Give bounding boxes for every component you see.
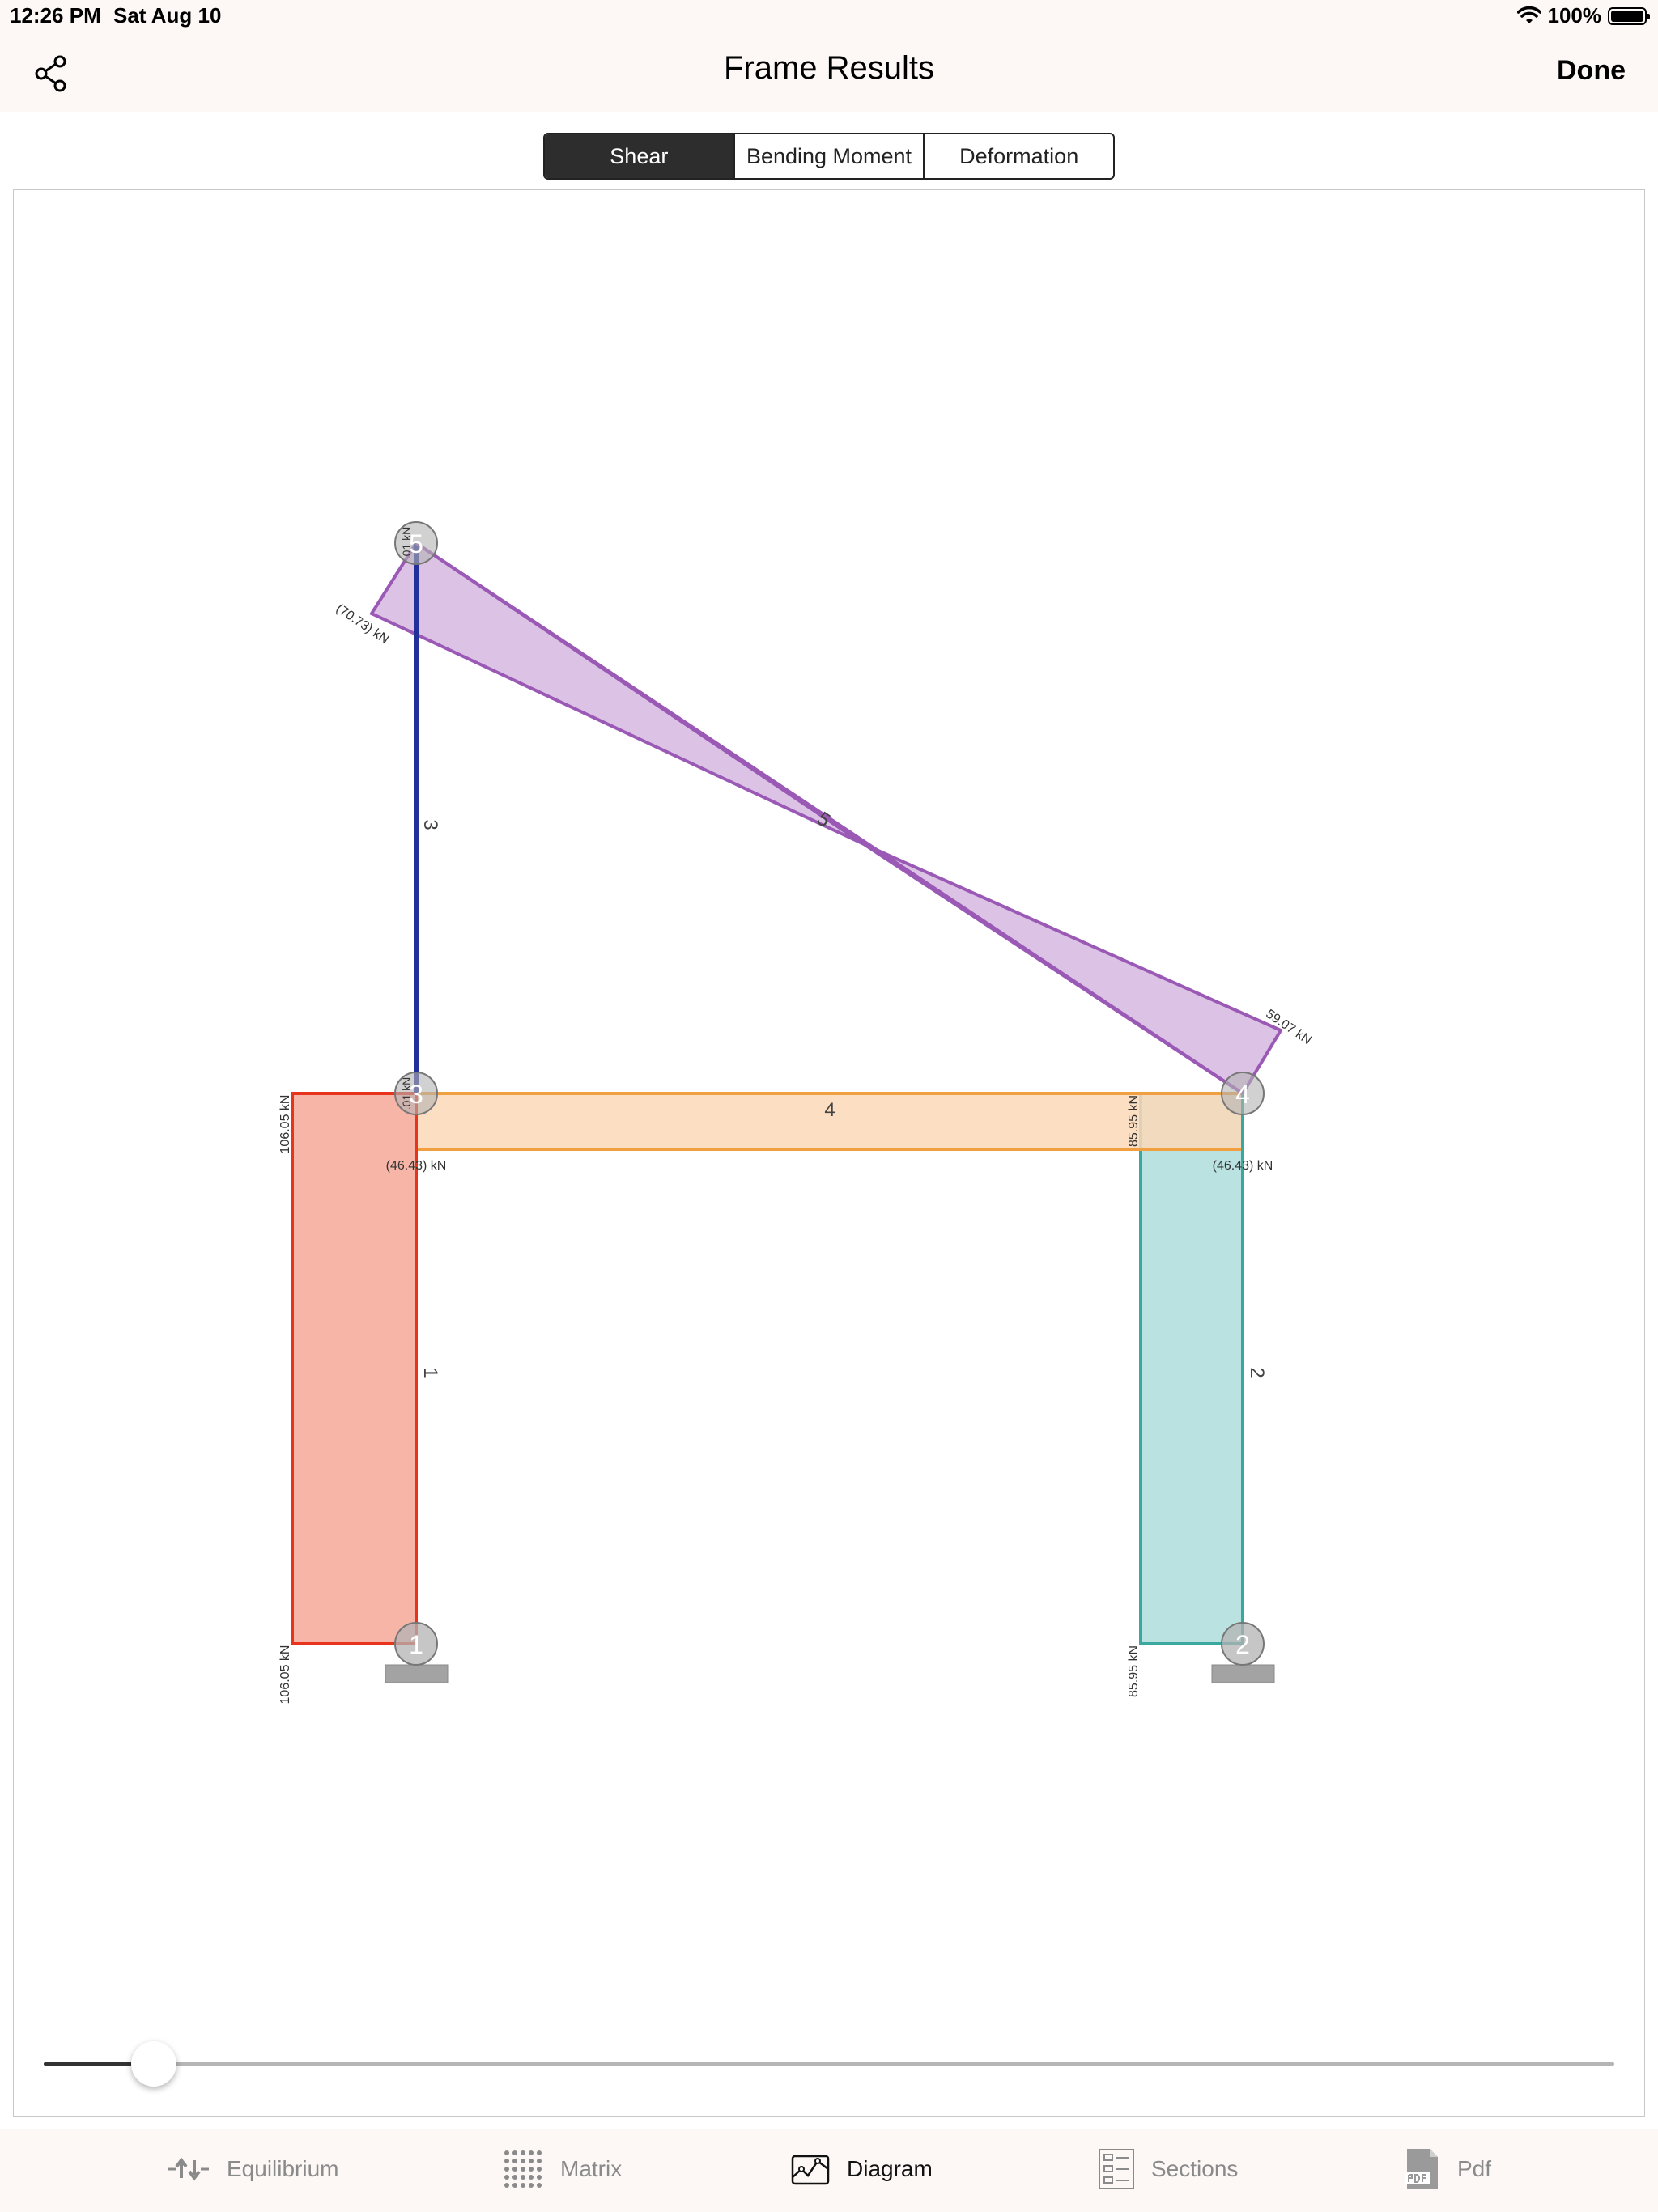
member-1-label: 1 (419, 1367, 441, 1378)
diagram-icon (791, 2155, 830, 2185)
support-2 (1211, 1664, 1275, 1683)
member-2-label: 2 (1246, 1367, 1268, 1378)
status-indicators: 100% (1516, 3, 1650, 28)
tab-pdf[interactable]: Pdf (1404, 2146, 1491, 2193)
diagram-canvas[interactable]: 1 2 3 4 5 1 2 3 4 5 106.05 kN 106.05 kN … (13, 189, 1645, 2117)
segment-bending-moment[interactable]: Bending Moment (733, 134, 924, 178)
wifi-icon (1516, 6, 1541, 23)
tab-bar: Equilibrium Matrix Diagram Sections Pdf (0, 2129, 1658, 2212)
tab-diagram-label: Diagram (847, 2156, 933, 2181)
node-1[interactable]: 1 (394, 1622, 438, 1666)
node-2-label: 2 (1235, 1630, 1250, 1659)
member-5-shear-diagram (369, 541, 865, 846)
node-4[interactable]: 4 (1221, 1072, 1265, 1115)
sections-icon (1099, 2149, 1134, 2189)
member-3-bottom-value: .01 kN (400, 1077, 413, 1110)
member-2-top-value: 85.95 kN (1127, 1095, 1141, 1147)
member-2-shear-diagram (1139, 1092, 1244, 1645)
node-4-label: 4 (1235, 1080, 1250, 1109)
slider-track (44, 2062, 1614, 2066)
done-button[interactable]: Done (1557, 55, 1626, 87)
support-1 (385, 1664, 449, 1683)
member-3-label: 3 (419, 819, 441, 830)
member-4-label: 4 (824, 1099, 835, 1121)
tab-sections-label: Sections (1151, 2156, 1239, 2181)
member-1-shear-diagram (291, 1092, 418, 1645)
status-time: 12:26 PM (10, 3, 101, 28)
tab-diagram[interactable]: Diagram (790, 2146, 933, 2193)
member-2-bottom-value: 85.95 kN (1127, 1645, 1141, 1697)
battery-percent: 100% (1547, 3, 1602, 28)
node-1-label: 1 (409, 1630, 423, 1659)
scale-slider[interactable] (44, 2040, 1614, 2088)
tab-sections[interactable]: Sections (1098, 2146, 1238, 2193)
member-1-top-value: 106.05 kN (278, 1095, 292, 1154)
frame-diagram: 1 2 3 4 5 1 2 3 4 5 106.05 kN 106.05 kN … (278, 521, 1314, 1705)
slider-thumb[interactable] (130, 2041, 176, 2087)
matrix-icon (504, 2150, 542, 2188)
member-4-right-value: (46.43) kN (1213, 1159, 1273, 1173)
pdf-icon (1405, 2149, 1438, 2189)
result-type-segmented-control: Shear Bending Moment Deformation (543, 133, 1115, 180)
segment-shear[interactable]: Shear (545, 134, 733, 178)
tab-matrix[interactable]: Matrix (502, 2146, 622, 2193)
battery-level (1611, 10, 1643, 22)
segment-deformation[interactable]: Deformation (923, 134, 1113, 178)
tab-matrix-label: Matrix (560, 2156, 623, 2181)
node-2[interactable]: 2 (1221, 1622, 1265, 1666)
member-4-left-value: (46.43) kN (386, 1159, 447, 1173)
tab-pdf-label: Pdf (1457, 2156, 1492, 2181)
member-1-bottom-value: 106.05 kN (278, 1645, 292, 1705)
equilibrium-icon (168, 2157, 209, 2181)
nav-bar: Frame Results Done (0, 32, 1658, 112)
status-date: Sat Aug 10 (113, 3, 222, 28)
tab-equilibrium-label: Equilibrium (227, 2156, 339, 2181)
member-3-top-value: .01 kN (400, 527, 413, 559)
battery-icon (1608, 6, 1650, 25)
tab-equilibrium[interactable]: Equilibrium (167, 2146, 339, 2193)
page-title: Frame Results (723, 50, 935, 86)
status-bar: 12:26 PM Sat Aug 10 100% (0, 0, 1658, 32)
